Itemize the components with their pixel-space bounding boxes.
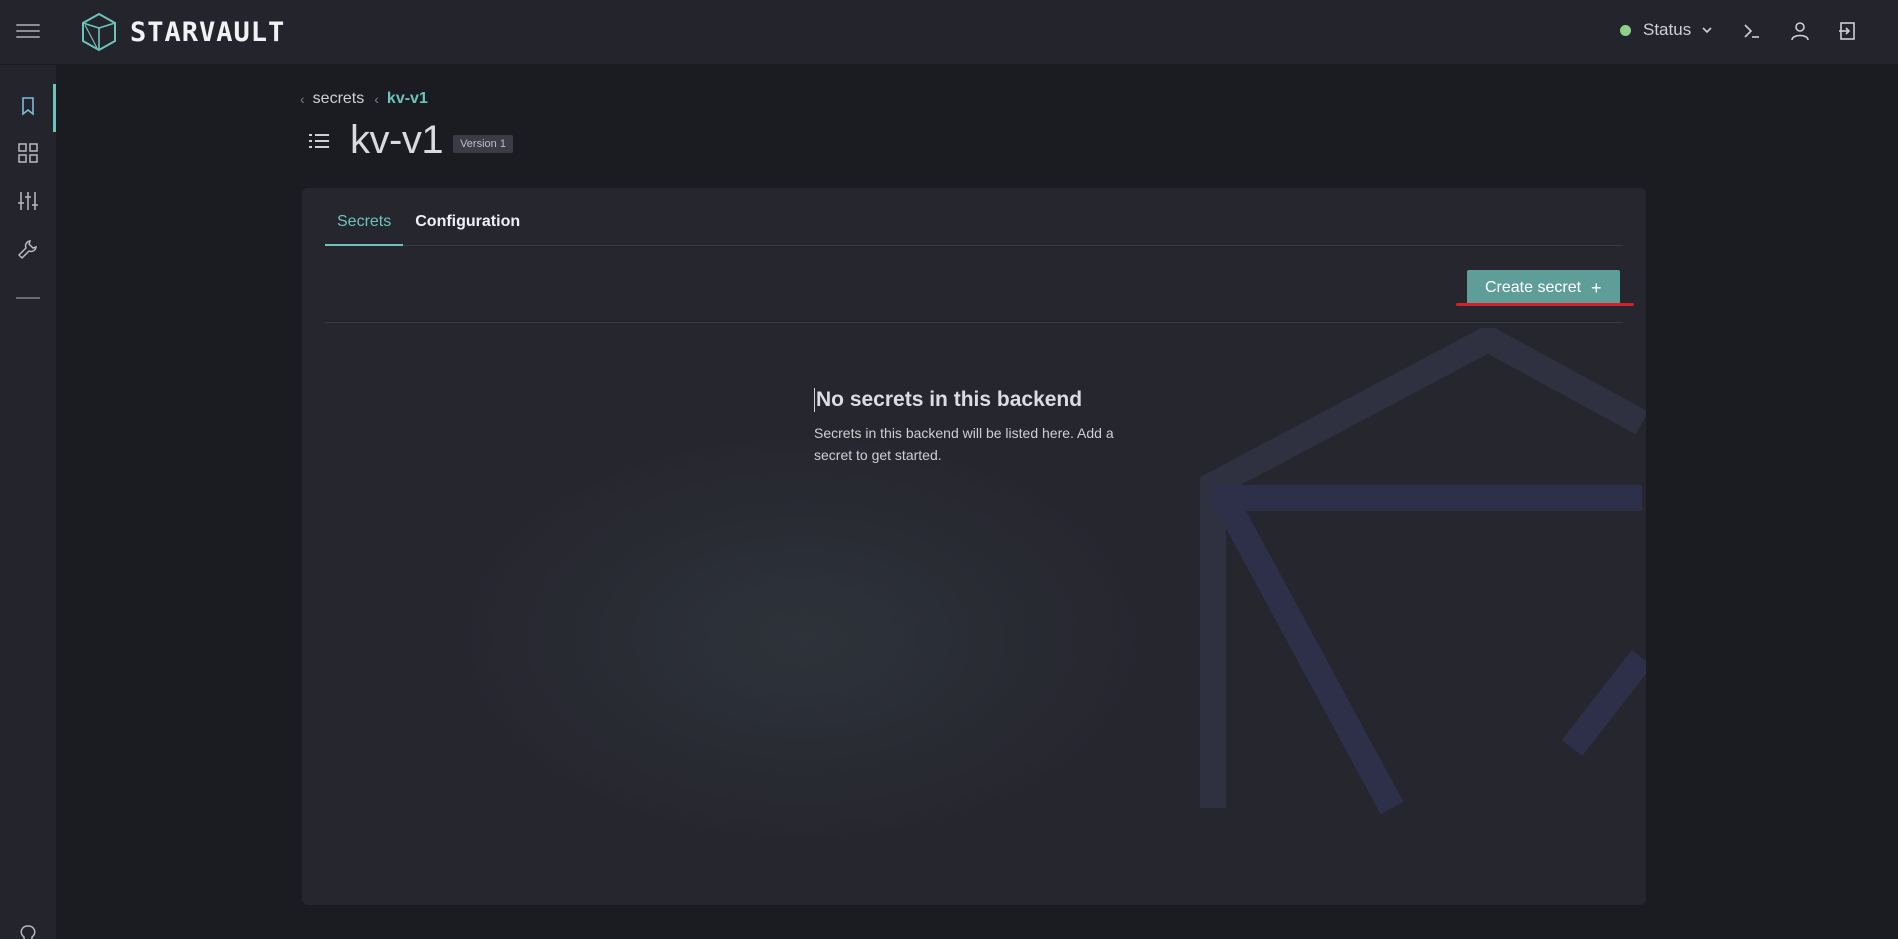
tab-bar: Secrets Configuration [325, 212, 1623, 246]
status-indicator [1620, 24, 1631, 36]
lightbulb-icon [20, 925, 36, 939]
empty-state-message: Secrets in this backend will be listed h… [814, 422, 1144, 466]
sidebar [0, 65, 56, 939]
tab-secrets[interactable]: Secrets [325, 212, 404, 246]
menu-icon[interactable] [16, 20, 40, 44]
sliders-icon [18, 192, 38, 210]
empty-state-title: No secrets in this backend [814, 388, 1144, 412]
highlight-underline [1456, 303, 1634, 306]
page-header: kv-v1 Version 1 [308, 118, 513, 163]
breadcrumb-separator: ‹ [300, 91, 305, 107]
status-label: Status [1643, 20, 1692, 39]
top-bar: STARVAULT Status [0, 0, 1898, 65]
sidebar-item-secrets[interactable] [0, 84, 56, 132]
tab-configuration[interactable]: Configuration [403, 212, 532, 246]
empty-state-line-2: secret to get started. [814, 447, 942, 463]
grid-icon [18, 143, 38, 163]
wrench-icon [17, 240, 37, 260]
breadcrumb-separator: ‹ [374, 91, 379, 107]
user-icon[interactable] [1788, 19, 1812, 43]
list-icon [309, 133, 329, 148]
empty-state-line-1: Secrets in this backend will be listed h… [814, 425, 1114, 441]
terminal-icon[interactable] [1740, 19, 1764, 43]
toolbar-divider [325, 322, 1623, 323]
chevron-down-icon [1702, 27, 1712, 34]
create-secret-label: Create secret [1485, 279, 1582, 296]
app-name: STARVAULT [130, 16, 286, 48]
create-secret-button[interactable]: Create secret + [1467, 270, 1620, 306]
sidebar-item-settings[interactable] [0, 179, 56, 223]
status-dropdown[interactable]: Status [1620, 20, 1713, 40]
sidebar-item-help[interactable] [0, 913, 56, 939]
breadcrumb-secrets[interactable]: secrets [313, 90, 365, 108]
empty-state: No secrets in this backend Secrets in th… [814, 388, 1144, 466]
logo-icon [82, 12, 116, 52]
sidebar-item-dashboard[interactable] [0, 131, 56, 175]
secrets-panel: Secrets Configuration Create secret + No… [302, 188, 1646, 905]
plus-icon: + [1591, 277, 1602, 298]
breadcrumb: ‹ secrets ‹ kv-v1 [300, 90, 438, 108]
logout-icon[interactable] [1836, 19, 1860, 43]
sidebar-item-tools[interactable] [0, 227, 56, 271]
app-logo[interactable]: STARVAULT [80, 12, 285, 52]
version-badge: Version 1 [453, 134, 513, 153]
breadcrumb-current[interactable]: kv-v1 [387, 90, 428, 108]
page-title: kv-v1 [350, 118, 444, 162]
bookmark-icon [22, 97, 34, 116]
sidebar-divider [16, 297, 40, 299]
